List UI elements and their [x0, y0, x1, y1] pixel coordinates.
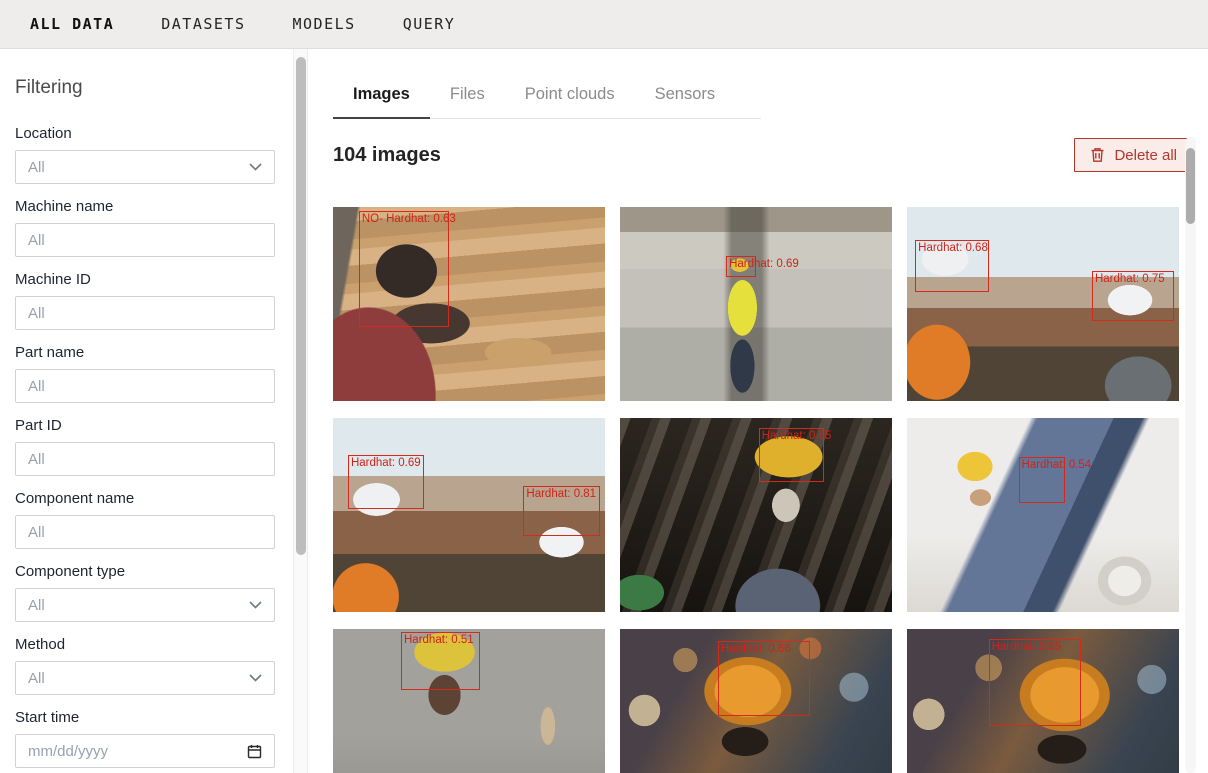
filter-field-label: Component type	[15, 563, 275, 580]
start-time-date-input[interactable]: mm/dd/yyyy	[15, 734, 275, 768]
content-tabs: Images Files Point clouds Sensors	[333, 80, 761, 119]
calendar-icon	[247, 744, 262, 759]
sidebar-title: Filtering	[15, 77, 275, 99]
detection-box: Hardhat: 0.69	[726, 256, 756, 277]
filter-field-value: All	[28, 159, 45, 176]
gallery-image[interactable]: Hardhat: 0.69 Hardhat: 0.81	[333, 418, 605, 612]
gallery-image[interactable]: Hardhat: 0.66	[620, 629, 892, 773]
detection-label: Hardhat: 0.75	[1095, 272, 1165, 286]
detection-label: Hardhat: 0.69	[729, 257, 799, 271]
detection-box: Hardhat: 0.66	[718, 641, 810, 717]
photo	[620, 418, 892, 612]
detection-label: Hardhat: 0.65	[762, 429, 832, 443]
nav-query[interactable]: QUERY	[403, 15, 456, 33]
detection-label: Hardhat: 0.65	[992, 640, 1062, 654]
photo	[620, 207, 892, 401]
content-area: Images Files Point clouds Sensors 104 im…	[310, 49, 1208, 773]
nav-datasets[interactable]: DATASETS	[161, 15, 245, 33]
trash-icon	[1090, 147, 1105, 163]
detection-label: Hardhat: 0.66	[721, 642, 791, 656]
photo	[907, 418, 1179, 612]
component-type-select[interactable]: All	[15, 588, 275, 622]
count-row: 104 images Delete all	[333, 137, 1193, 173]
filter-field: Part ID All	[15, 417, 275, 476]
detection-box: Hardhat: 0.51	[401, 632, 480, 690]
gallery-image[interactable]: Hardhat: 0.68 Hardhat: 0.75	[907, 207, 1179, 401]
image-grid: NO- Hardhat: 0.63 Hardhat: 0.69 Hardhat:…	[333, 207, 1179, 773]
filter-field-label: Component name	[15, 490, 275, 507]
filter-field-value: All	[28, 597, 45, 614]
detection-box: Hardhat: 0.68	[915, 240, 988, 292]
filter-field: Part name All	[15, 344, 275, 403]
detection-label: Hardhat: 0.68	[918, 241, 988, 255]
detection-label: Hardhat: 0.54	[1022, 458, 1092, 472]
filter-field-value: All	[28, 232, 45, 249]
filter-fields: Location All Machine name All Machine ID…	[15, 125, 275, 768]
gallery-image[interactable]: Hardhat: 0.69	[620, 207, 892, 401]
detection-box: Hardhat: 0.65	[989, 639, 1081, 726]
filter-field: Location All	[15, 125, 275, 184]
part-id-input[interactable]: All	[15, 442, 275, 476]
filter-field-label: Location	[15, 125, 275, 142]
detection-box: Hardhat: 0.69	[348, 455, 424, 509]
tab-point-clouds[interactable]: Point clouds	[505, 80, 635, 118]
filter-field-label: Part name	[15, 344, 275, 361]
detection-box: Hardhat: 0.54	[1019, 457, 1065, 504]
detection-box: Hardhat: 0.65	[759, 428, 824, 482]
filter-field: Method All	[15, 636, 275, 695]
machine-name-input[interactable]: All	[15, 223, 275, 257]
filter-field-value: All	[28, 451, 45, 468]
image-count: 104 images	[333, 144, 441, 167]
delete-all-label: Delete all	[1114, 147, 1177, 164]
sidebar-scrollbar[interactable]	[293, 49, 308, 773]
chevron-down-icon	[249, 601, 262, 609]
nav-models[interactable]: MODELS	[293, 15, 356, 33]
tab-sensors[interactable]: Sensors	[635, 80, 736, 118]
filter-field-label: Machine ID	[15, 271, 275, 288]
chevron-down-icon	[249, 163, 262, 171]
tab-files[interactable]: Files	[430, 80, 505, 118]
detection-label: Hardhat: 0.51	[404, 633, 474, 647]
machine-id-input[interactable]: All	[15, 296, 275, 330]
filter-field-label: Part ID	[15, 417, 275, 434]
part-name-input[interactable]: All	[15, 369, 275, 403]
filter-field: Component name All	[15, 490, 275, 549]
detection-box: Hardhat: 0.81	[523, 486, 599, 536]
top-nav: ALL DATA DATASETS MODELS QUERY	[0, 0, 1208, 49]
nav-all-data[interactable]: ALL DATA	[30, 15, 114, 33]
filter-field-value: All	[28, 378, 45, 395]
filter-field: Machine name All	[15, 198, 275, 257]
filter-field-value: mm/dd/yyyy	[28, 743, 108, 760]
filter-field-value: All	[28, 305, 45, 322]
gallery-image[interactable]: Hardhat: 0.51	[333, 629, 605, 773]
gallery-image[interactable]: Hardhat: 0.54	[907, 418, 1179, 612]
filter-field-value: All	[28, 670, 45, 687]
delete-all-button[interactable]: Delete all	[1074, 138, 1193, 172]
sidebar-scrollbar-thumb[interactable]	[296, 57, 306, 555]
filter-field: Machine ID All	[15, 271, 275, 330]
tab-images[interactable]: Images	[333, 80, 430, 119]
component-name-input[interactable]: All	[15, 515, 275, 549]
location-select[interactable]: All	[15, 150, 275, 184]
detection-box: Hardhat: 0.75	[1092, 271, 1174, 321]
filter-field: Component type All	[15, 563, 275, 622]
filter-field-label: Method	[15, 636, 275, 653]
filter-field-label: Machine name	[15, 198, 275, 215]
method-select[interactable]: All	[15, 661, 275, 695]
gallery-image[interactable]: Hardhat: 0.65	[907, 629, 1179, 773]
filter-field-label: Start time	[15, 709, 275, 726]
detection-label: Hardhat: 0.81	[526, 487, 596, 501]
detection-label: Hardhat: 0.69	[351, 456, 421, 470]
chevron-down-icon	[249, 674, 262, 682]
detection-label: NO- Hardhat: 0.63	[362, 212, 456, 226]
gallery-image[interactable]: Hardhat: 0.65	[620, 418, 892, 612]
gallery-image[interactable]: NO- Hardhat: 0.63	[333, 207, 605, 401]
content-scrollbar[interactable]	[1185, 137, 1196, 773]
app-root: ALL DATA DATASETS MODELS QUERY Filtering…	[0, 0, 1208, 773]
detection-box: NO- Hardhat: 0.63	[359, 211, 449, 327]
filter-field-value: All	[28, 524, 45, 541]
filter-field: Start time mm/dd/yyyy	[15, 709, 275, 768]
content-scrollbar-thumb[interactable]	[1186, 148, 1195, 224]
filter-sidebar: Filtering Location All Machine name All …	[0, 49, 292, 773]
